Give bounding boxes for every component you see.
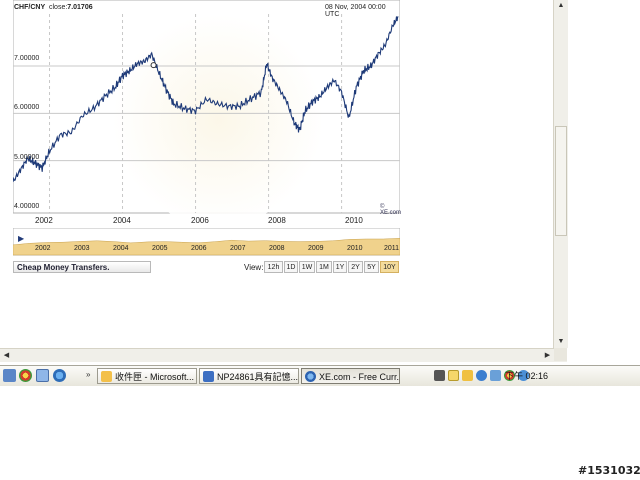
navigator-year-label: 2003 xyxy=(74,245,90,252)
scroll-down-icon[interactable]: ▼ xyxy=(555,336,567,348)
y-tick-label: 4.00000 xyxy=(14,203,40,210)
monitor-icon[interactable] xyxy=(490,370,501,381)
keyboard-icon[interactable] xyxy=(434,370,445,381)
view-button-10y[interactable]: 10Y xyxy=(380,261,399,273)
taskbar-item-label: NP24861具有記憶... xyxy=(217,372,299,382)
view-button-2y[interactable]: 2Y xyxy=(348,261,363,273)
hover-marker[interactable] xyxy=(150,62,157,69)
ie-icon xyxy=(305,371,316,382)
taskbar-item-document[interactable]: NP24861具有記憶... xyxy=(199,368,299,384)
y-tick-label: 6.00000 xyxy=(14,104,40,111)
edit-icon[interactable] xyxy=(36,369,49,382)
navigator-year-label: 2008 xyxy=(269,245,285,252)
x-tick-label: 2002 xyxy=(35,216,53,225)
x-tick-label: 2010 xyxy=(345,216,363,225)
scroll-thumb[interactable] xyxy=(555,126,567,236)
x-tick-label: 2004 xyxy=(113,216,131,225)
taskbar-clock: 下午 02:16 xyxy=(505,371,549,381)
globe-icon[interactable] xyxy=(476,370,487,381)
navigator-year-label: 2011 xyxy=(384,245,400,252)
view-button-12h[interactable]: 12h xyxy=(264,261,283,273)
taskbar-item-label: 收件匣 - Microsoft... xyxy=(115,372,195,382)
horizontal-scrollbar[interactable]: ◀ ▶ xyxy=(0,348,567,362)
navigator-year-label: 2002 xyxy=(35,245,51,252)
view-button-1y[interactable]: 1Y xyxy=(333,261,347,273)
scrollbar-corner xyxy=(554,348,567,361)
cheap-money-transfers-link[interactable]: Cheap Money Transfers. xyxy=(13,261,151,273)
network-icon[interactable] xyxy=(53,369,66,382)
vertical-scrollbar[interactable]: ▲ ▼ xyxy=(553,0,568,348)
navigator-year-label: 2007 xyxy=(230,245,246,252)
x-tick-label: 2006 xyxy=(191,216,209,225)
time-navigator[interactable]: ▶ 2002 2003 2004 2005 2006 2007 2008 200… xyxy=(12,227,401,256)
mail-icon[interactable] xyxy=(448,370,459,381)
chart-svg xyxy=(13,0,400,214)
navigator-year-label: 2006 xyxy=(191,245,207,252)
taskbar-item-label: XE.com - Free Curr... xyxy=(319,372,400,382)
chart-pair-label: CHF/CNY xyxy=(14,4,46,11)
copyright-label: © XE.com xyxy=(380,204,402,216)
browser-content: CHF/CNY close:7.01706 08 Nov, 2004 00:00… xyxy=(0,0,552,348)
chart-datetime: 08 Nov, 2004 00:00 UTC xyxy=(325,4,386,18)
navigator-year-label: 2010 xyxy=(347,245,363,252)
watermark-id: #1531032 xyxy=(578,464,640,477)
chrome-icon[interactable] xyxy=(19,369,32,382)
app-tray-icon[interactable] xyxy=(462,370,473,381)
scroll-up-icon[interactable]: ▲ xyxy=(555,0,567,12)
scroll-left-icon[interactable]: ◀ xyxy=(0,349,13,362)
view-button-1w[interactable]: 1W xyxy=(299,261,315,273)
view-button-1d[interactable]: 1D xyxy=(284,261,298,273)
view-button-5y[interactable]: 5Y xyxy=(364,261,379,273)
currency-chart: CHF/CNY close:7.01706 08 Nov, 2004 00:00… xyxy=(13,0,402,216)
outlook-icon xyxy=(101,371,112,382)
navigator-year-label: 2004 xyxy=(113,245,129,252)
y-tick-label: 7.00000 xyxy=(14,55,40,62)
y-tick-label: 5.00000 xyxy=(14,154,40,161)
document-icon xyxy=(203,371,214,382)
navigator-year-label: 2005 xyxy=(152,245,168,252)
taskbar-item-outlook[interactable]: 收件匣 - Microsoft... xyxy=(97,368,197,384)
navigator-year-label: 2009 xyxy=(308,245,324,252)
quicklaunch-expand-icon[interactable]: » xyxy=(86,370,90,379)
windows-taskbar: » 收件匣 - Microsoft... NP24861具有記憶... XE.c… xyxy=(0,365,640,386)
show-desktop-icon[interactable] xyxy=(3,369,16,382)
view-label: View: xyxy=(244,263,264,272)
play-icon[interactable]: ▶ xyxy=(18,234,24,243)
taskbar-item-xe-browser[interactable]: XE.com - Free Curr... xyxy=(301,368,400,384)
chart-close-label: close:7.01706 xyxy=(49,4,93,11)
x-tick-label: 2008 xyxy=(268,216,286,225)
scroll-right-icon[interactable]: ▶ xyxy=(541,349,554,362)
view-button-1m[interactable]: 1M xyxy=(316,261,332,273)
